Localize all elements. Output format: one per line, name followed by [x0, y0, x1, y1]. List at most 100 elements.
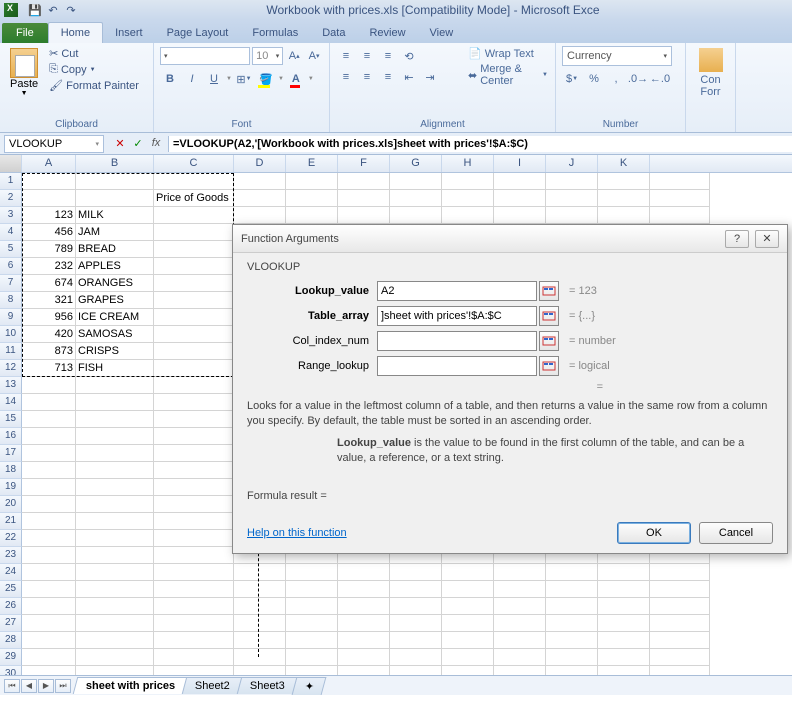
- cell-A25[interactable]: [22, 581, 76, 598]
- dialog-help-link[interactable]: Help on this function: [247, 527, 347, 539]
- cell-B3[interactable]: MILK: [76, 207, 154, 224]
- tab-data[interactable]: Data: [310, 23, 357, 43]
- row-header-28[interactable]: 28: [0, 632, 22, 649]
- cut-button[interactable]: ✂Cut: [46, 46, 142, 61]
- cell-A17[interactable]: [22, 445, 76, 462]
- cell-J29[interactable]: [546, 649, 598, 666]
- cell-B6[interactable]: APPLES: [76, 258, 154, 275]
- cell-C28[interactable]: [154, 632, 234, 649]
- cell-K28[interactable]: [598, 632, 650, 649]
- cell-B20[interactable]: [76, 496, 154, 513]
- cell-B19[interactable]: [76, 479, 154, 496]
- name-box[interactable]: VLOOKUP▾: [4, 135, 104, 153]
- increase-decimal-icon[interactable]: .0→: [628, 69, 648, 89]
- underline-button[interactable]: U: [204, 69, 224, 89]
- cell-C2[interactable]: Price of Goods: [154, 190, 234, 207]
- row-header-24[interactable]: 24: [0, 564, 22, 581]
- col-header-D[interactable]: D: [234, 155, 286, 172]
- row-header-26[interactable]: 26: [0, 598, 22, 615]
- cell-C8[interactable]: [154, 292, 234, 309]
- cell-H26[interactable]: [442, 598, 494, 615]
- row-header-20[interactable]: 20: [0, 496, 22, 513]
- row-header-21[interactable]: 21: [0, 513, 22, 530]
- cell-A3[interactable]: 123: [22, 207, 76, 224]
- cell-H2[interactable]: [442, 190, 494, 207]
- cell-F2[interactable]: [338, 190, 390, 207]
- cell-A22[interactable]: [22, 530, 76, 547]
- cell-B8[interactable]: GRAPES: [76, 292, 154, 309]
- cell-I28[interactable]: [494, 632, 546, 649]
- cell-A6[interactable]: 232: [22, 258, 76, 275]
- tab-home[interactable]: Home: [48, 22, 103, 43]
- cell-F26[interactable]: [338, 598, 390, 615]
- col-header-F[interactable]: F: [338, 155, 390, 172]
- cell-B17[interactable]: [76, 445, 154, 462]
- increase-indent-icon[interactable]: ⇥: [420, 67, 440, 87]
- cell-E3[interactable]: [286, 207, 338, 224]
- row-header-23[interactable]: 23: [0, 547, 22, 564]
- cell-H1[interactable]: [442, 173, 494, 190]
- cell-B13[interactable]: [76, 377, 154, 394]
- row-header-12[interactable]: 12: [0, 360, 22, 377]
- first-sheet-icon[interactable]: ⏮: [4, 679, 20, 693]
- cell-B7[interactable]: ORANGES: [76, 275, 154, 292]
- cell-C5[interactable]: [154, 241, 234, 258]
- cell-B23[interactable]: [76, 547, 154, 564]
- cell-D29[interactable]: [234, 649, 286, 666]
- arg-ref-button-0[interactable]: [539, 281, 559, 301]
- cell-X2[interactable]: [650, 190, 710, 207]
- cell-E2[interactable]: [286, 190, 338, 207]
- align-middle-icon[interactable]: ≡: [357, 46, 377, 66]
- row-header-7[interactable]: 7: [0, 275, 22, 292]
- cell-B21[interactable]: [76, 513, 154, 530]
- row-header-17[interactable]: 17: [0, 445, 22, 462]
- cell-C11[interactable]: [154, 343, 234, 360]
- cell-F3[interactable]: [338, 207, 390, 224]
- cell-A23[interactable]: [22, 547, 76, 564]
- cell-E24[interactable]: [286, 564, 338, 581]
- arg-ref-button-1[interactable]: [539, 306, 559, 326]
- cell-G25[interactable]: [390, 581, 442, 598]
- cell-A14[interactable]: [22, 394, 76, 411]
- cell-X26[interactable]: [650, 598, 710, 615]
- cell-C23[interactable]: [154, 547, 234, 564]
- cell-H24[interactable]: [442, 564, 494, 581]
- cell-A13[interactable]: [22, 377, 76, 394]
- orientation-icon[interactable]: ⟲: [399, 46, 419, 66]
- cell-K3[interactable]: [598, 207, 650, 224]
- arg-ref-button-3[interactable]: [539, 356, 559, 376]
- cell-H3[interactable]: [442, 207, 494, 224]
- cell-C13[interactable]: [154, 377, 234, 394]
- cell-A15[interactable]: [22, 411, 76, 428]
- cell-J1[interactable]: [546, 173, 598, 190]
- cell-A1[interactable]: [22, 173, 76, 190]
- row-header-13[interactable]: 13: [0, 377, 22, 394]
- cell-C3[interactable]: [154, 207, 234, 224]
- cell-G1[interactable]: [390, 173, 442, 190]
- row-header-19[interactable]: 19: [0, 479, 22, 496]
- cell-K24[interactable]: [598, 564, 650, 581]
- align-top-icon[interactable]: ≡: [336, 46, 356, 66]
- cell-B24[interactable]: [76, 564, 154, 581]
- row-header-2[interactable]: 2: [0, 190, 22, 207]
- cell-D2[interactable]: [234, 190, 286, 207]
- cell-A5[interactable]: 789: [22, 241, 76, 258]
- cell-I25[interactable]: [494, 581, 546, 598]
- cell-K27[interactable]: [598, 615, 650, 632]
- decrease-indent-icon[interactable]: ⇤: [399, 67, 419, 87]
- border-button[interactable]: ⊞▼: [234, 69, 254, 89]
- align-bottom-icon[interactable]: ≡: [378, 46, 398, 66]
- row-header-1[interactable]: 1: [0, 173, 22, 190]
- font-family-select[interactable]: ▾: [160, 47, 250, 65]
- prev-sheet-icon[interactable]: ◀: [21, 679, 37, 693]
- row-header-16[interactable]: 16: [0, 428, 22, 445]
- cell-J26[interactable]: [546, 598, 598, 615]
- cell-D25[interactable]: [234, 581, 286, 598]
- cell-C12[interactable]: [154, 360, 234, 377]
- tab-formulas[interactable]: Formulas: [240, 23, 310, 43]
- cell-G24[interactable]: [390, 564, 442, 581]
- sheet-tab-3[interactable]: Sheet3: [237, 677, 298, 694]
- cell-D3[interactable]: [234, 207, 286, 224]
- cell-F29[interactable]: [338, 649, 390, 666]
- cell-C17[interactable]: [154, 445, 234, 462]
